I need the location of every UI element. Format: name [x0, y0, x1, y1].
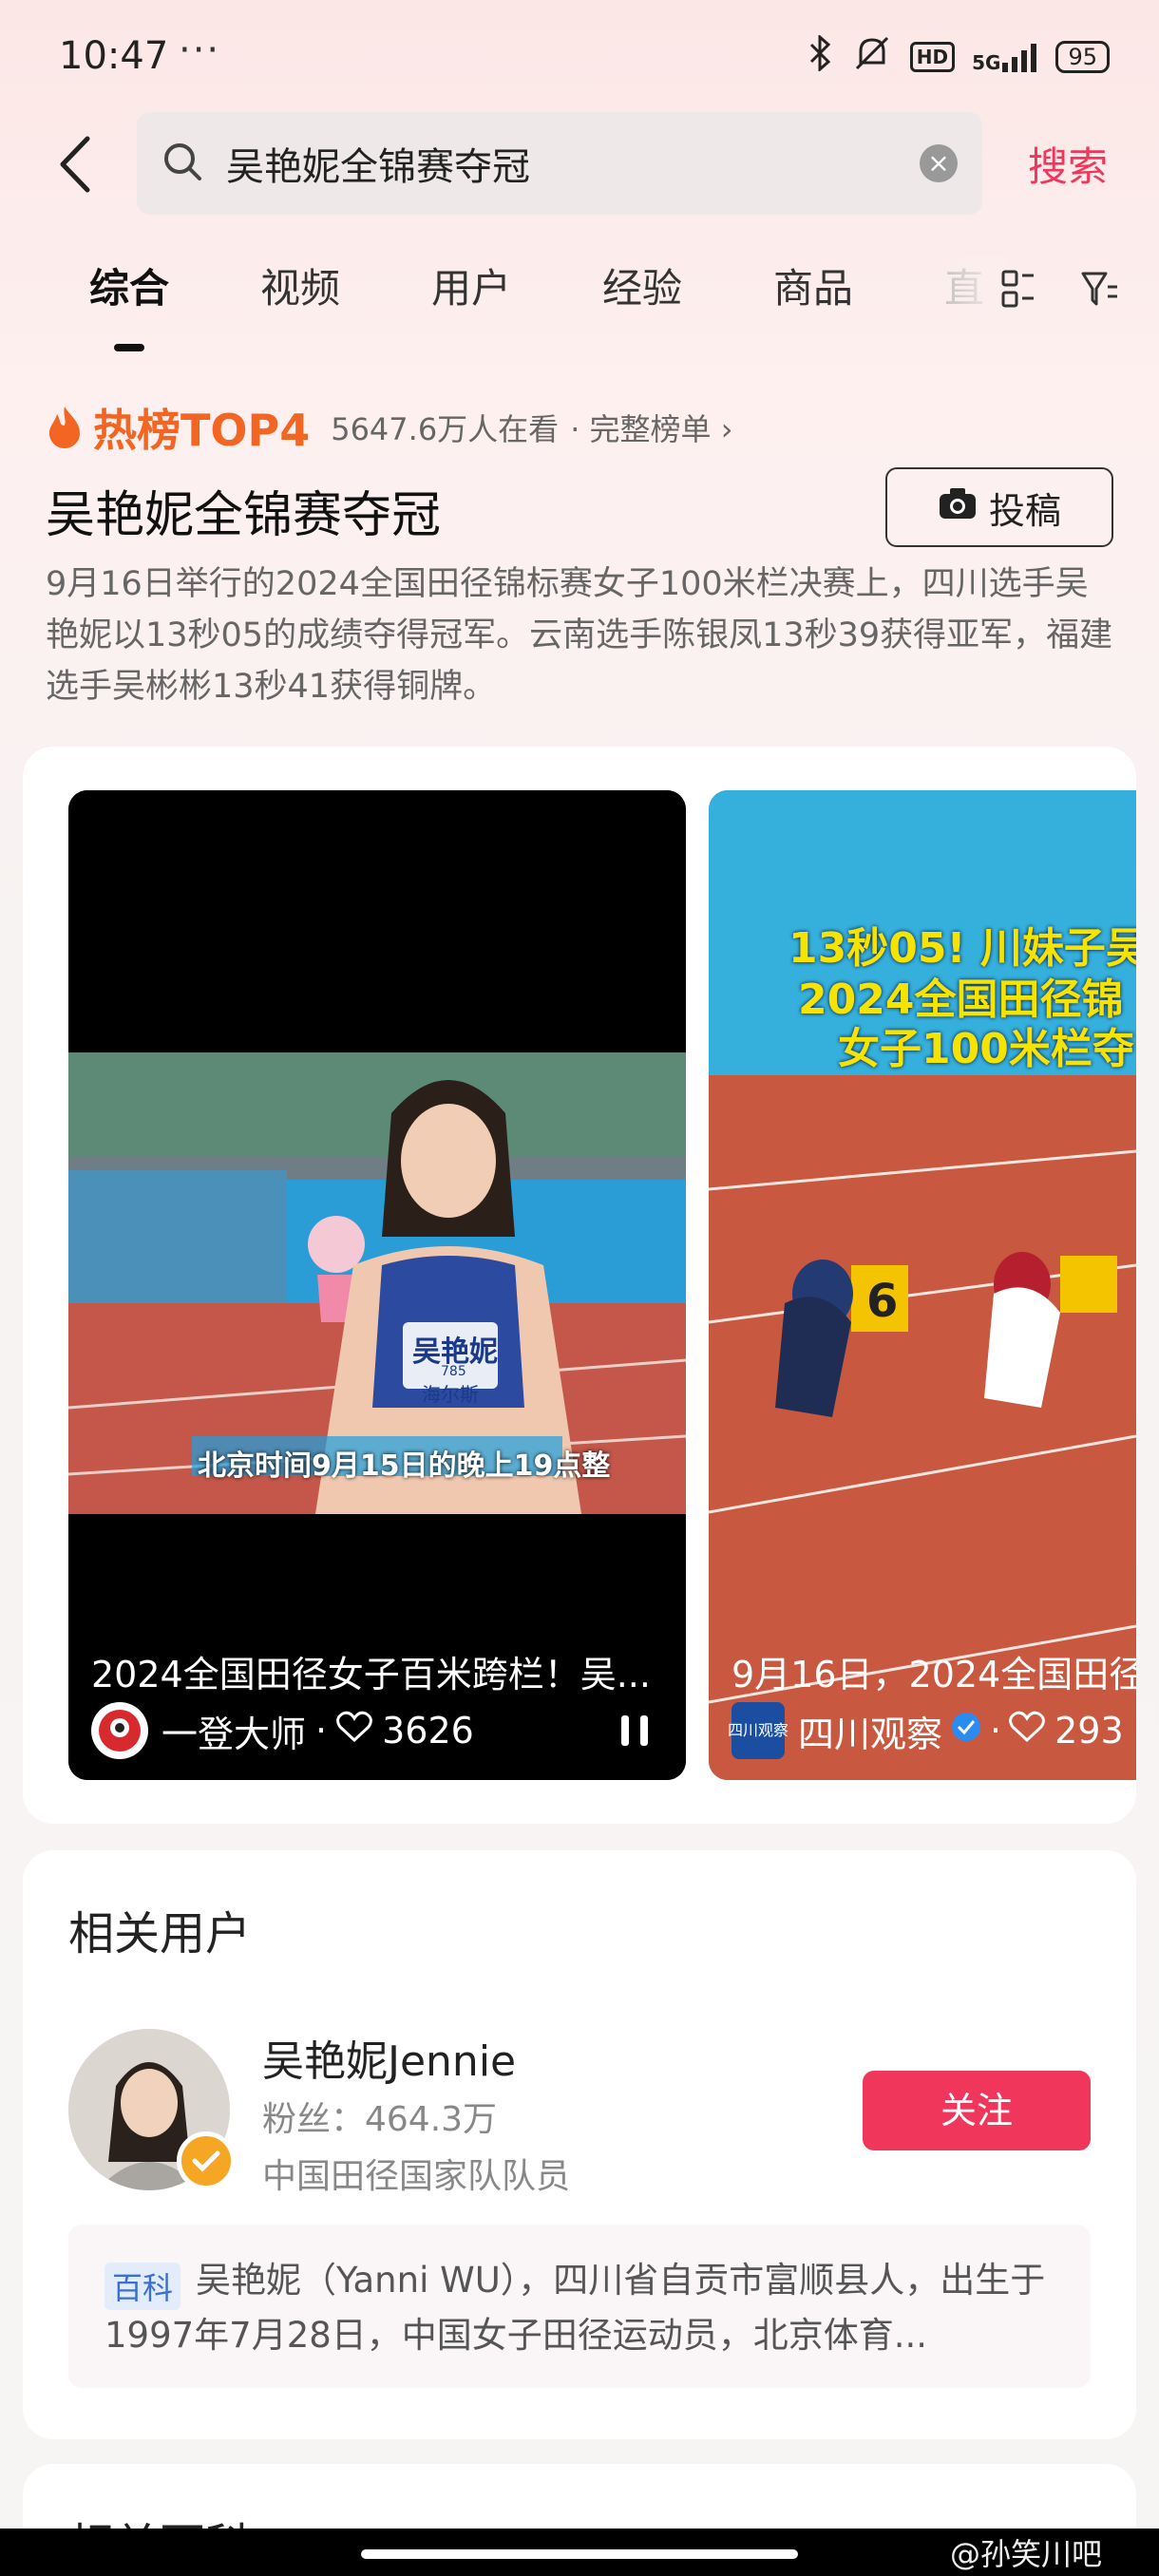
- user-name[interactable]: 吴艳妮Jennie: [262, 2027, 516, 2088]
- status-time: 10:47: [59, 34, 169, 78]
- tab-comprehensive[interactable]: 综合: [89, 256, 169, 314]
- author-name-second[interactable]: 四川观察: [798, 1705, 942, 1757]
- mute-bell-icon: [851, 34, 893, 80]
- tab-video[interactable]: 视频: [260, 256, 340, 314]
- bluetooth-icon: [806, 33, 834, 79]
- status-icons: HD 5G 95: [806, 33, 1110, 80]
- full-list-link[interactable]: · 完整榜单 ›: [570, 406, 732, 449]
- overlay-line3: 女子100米栏夺: [838, 1025, 1134, 1073]
- heart-icon: [336, 1710, 372, 1752]
- status-more-dots: ···: [179, 28, 221, 72]
- tab-products[interactable]: 商品: [773, 256, 853, 314]
- user-fans: 粉丝：464.3万: [262, 2100, 498, 2139]
- home-indicator[interactable]: [361, 2549, 798, 2559]
- related-users-title: 相关用户: [68, 1907, 252, 1960]
- author-avatar-second[interactable]: 四川观察: [728, 1702, 788, 1759]
- video-caption-second: 9月16日，2024全国田径: [732, 1654, 1136, 1695]
- lane-number: 6: [866, 1275, 899, 1328]
- list-layout-icon[interactable]: [999, 268, 1037, 313]
- video-meta: 一登大师 · 3626: [91, 1702, 474, 1759]
- verified-icon: [950, 1710, 982, 1752]
- video-meta-second: 四川观察 四川观察 · 293: [728, 1702, 1124, 1759]
- fire-icon: [46, 405, 84, 450]
- stadium-athlete-image: [68, 790, 686, 1780]
- author-name[interactable]: 一登大师: [162, 1705, 306, 1757]
- hot-badge: 热榜TOP4: [93, 405, 311, 456]
- search-button[interactable]: 搜索: [1028, 135, 1108, 193]
- author-avatar[interactable]: [91, 1702, 148, 1759]
- hot-viewers: 5647.6万人在看: [331, 411, 560, 447]
- search-icon: [162, 141, 203, 186]
- heart-icon-second: [1009, 1710, 1045, 1752]
- post-button-label: 投稿: [988, 489, 1061, 532]
- video-caption: 2024全国田径女子百米跨栏！吴...: [91, 1654, 651, 1695]
- pause-icon[interactable]: [618, 1712, 652, 1753]
- video-subtitle: 北京时间9月15日的晚上19点整: [198, 1449, 611, 1483]
- search-query[interactable]: 吴艳妮全锦赛夺冠: [226, 136, 920, 191]
- tab-users[interactable]: 用户: [431, 256, 511, 314]
- like-count: 3626: [382, 1710, 474, 1752]
- wiki-tag: 百科: [104, 2263, 181, 2310]
- clear-icon[interactable]: ×: [920, 144, 958, 182]
- signal-icon: 5G: [972, 42, 1038, 72]
- hot-list-row[interactable]: 热榜TOP4 5647.6万人在看 · 完整榜单 ›: [46, 399, 733, 456]
- video-thumbnail[interactable]: 吴艳妮 785 海尔斯 北京时间9月15日的晚上19点整 2024全国田径女子百…: [68, 790, 686, 1780]
- bib-number: 785: [441, 1364, 466, 1379]
- watermark: @孙笑川吧: [950, 2536, 1103, 2572]
- camera-icon: [938, 486, 989, 529]
- wiki-text: 吴艳妮（Yanni WU），四川省自贡市富顺县人，出生于1997年7月28日，中…: [104, 2260, 1046, 2356]
- like-count-second: 293: [1054, 1710, 1124, 1752]
- follow-button[interactable]: 关注: [863, 2071, 1091, 2150]
- hd-badge: HD: [909, 42, 956, 72]
- active-tab-indicator: [114, 344, 144, 351]
- post-button[interactable]: 投稿: [885, 467, 1113, 547]
- topic-description: 9月16日举行的2024全国田径锦标赛女子100米栏决赛上，四川选手吴艳妮以13…: [46, 565, 1113, 706]
- bib-sponsor: 海尔斯: [422, 1383, 479, 1406]
- user-description: 中国田径国家队队员: [262, 2157, 571, 2196]
- back-arrow-icon[interactable]: [53, 133, 101, 196]
- tab-experience[interactable]: 经验: [602, 256, 682, 314]
- video-thumbnail-second[interactable]: 13秒05! 川妹子吴 2024全国田径锦 女子100米栏夺 6 9月16日，2…: [709, 790, 1136, 1780]
- tab-fade: [931, 256, 1007, 323]
- search-input[interactable]: 吴艳妮全锦赛夺冠 ×: [137, 112, 982, 215]
- filter-icon[interactable]: [1079, 268, 1121, 313]
- topic-title: 吴艳妮全锦赛夺冠: [46, 487, 442, 544]
- verified-badge-icon: [177, 2131, 236, 2190]
- battery-indicator: 95: [1055, 41, 1110, 73]
